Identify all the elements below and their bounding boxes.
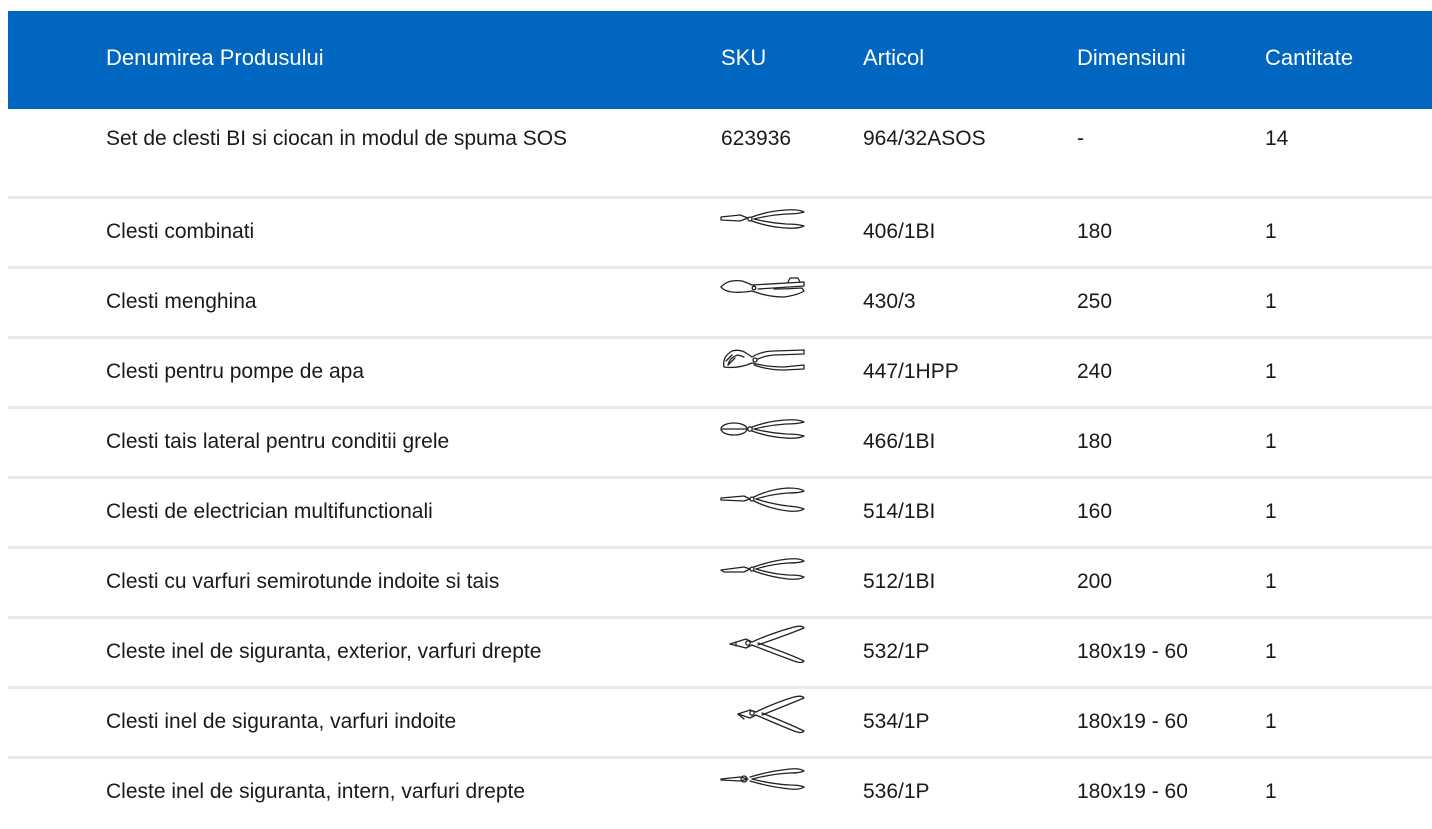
row-product-name: Set de clesti BI si ciocan in modul de s… [106,127,568,150]
table-row: Clesti inel de siguranta, varfuri indoit… [8,689,1432,759]
row-dimensions: 180x19 - 60 [1077,640,1188,663]
row-sku: 623936 [721,127,792,150]
row-product-name: Clesti inel de siguranta, varfuri indoit… [106,710,457,733]
row-product-name: Clesti de electrician multifunctionali [106,500,433,523]
row-dimensions: - [1077,127,1084,150]
row-dimensions: 180x19 - 60 [1077,710,1188,733]
table-header: Denumirea Produsului SKU Articol Dimensi… [8,11,1432,109]
header-sku: SKU [721,45,767,70]
row-article: 532/1P [863,640,930,663]
row-article: 512/1BI [863,570,936,593]
row-quantity: 1 [1265,710,1277,733]
row-product-name: Clesti cu varfuri semirotunde indoite si… [106,570,500,593]
row-product-name: Clesti tais lateral pentru conditii grel… [106,430,450,453]
circlip-pliers-external-straight-icon [729,625,805,664]
table-row: Clesti menghina 430/3 250 1 [8,269,1432,339]
row-dimensions: 200 [1077,570,1113,593]
locking-pliers-icon [720,277,805,298]
row-quantity: 1 [1265,780,1277,803]
table-row: Cleste inel de siguranta, intern, varfur… [8,759,1432,829]
row-article: 430/3 [863,290,916,313]
row-dimensions: 180 [1077,430,1113,453]
row-dimensions: 160 [1077,500,1113,523]
row-product-name: Clesti pentru pompe de apa [106,360,364,383]
row-article: 406/1BI [863,220,936,243]
header-product-name: Denumirea Produsului [106,45,324,70]
table-row: Clesti cu varfuri semirotunde indoite si… [8,549,1432,619]
row-article: 964/32ASOS [863,127,986,150]
row-product-name: Clesti combinati [106,220,255,243]
row-quantity: 1 [1265,570,1277,593]
row-quantity: 1 [1265,220,1277,243]
row-product-name: Cleste inel de siguranta, intern, varfur… [106,780,526,803]
row-dimensions: 180x19 - 60 [1077,780,1188,803]
electrician-pliers-icon [720,487,805,512]
header-dimensions: Dimensiuni [1077,45,1186,70]
row-article: 514/1BI [863,500,936,523]
side-cutter-icon [720,419,805,439]
row-quantity: 1 [1265,290,1277,313]
circlip-pliers-bent-icon [737,695,805,734]
row-quantity: 1 [1265,640,1277,663]
table-row-set: Set de clesti BI si ciocan in modul de s… [8,109,1432,199]
row-quantity: 14 [1265,127,1289,150]
table-row: Clesti de electrician multifunctionali 5… [8,479,1432,549]
table-row: Clesti tais lateral pentru conditii grel… [8,409,1432,479]
row-dimensions: 240 [1077,360,1113,383]
row-article: 536/1P [863,780,930,803]
row-dimensions: 250 [1077,290,1113,313]
row-article: 466/1BI [863,430,936,453]
row-dimensions: 180 [1077,220,1113,243]
table-row: Cleste inel de siguranta, exterior, varf… [8,619,1432,689]
row-product-name: Cleste inel de siguranta, exterior, varf… [106,640,542,663]
row-article: 447/1HPP [863,360,959,383]
row-article: 534/1P [863,710,930,733]
table-row: Clesti combinati 406/1BI 180 1 [8,199,1432,269]
row-product-name: Clesti menghina [106,290,257,313]
combination-pliers-icon [720,209,805,229]
header-article: Articol [863,45,925,70]
product-table: Denumirea Produsului SKU Articol Dimensi… [8,11,1432,829]
bent-nose-pliers-icon [720,558,805,580]
water-pump-pliers-icon [723,349,805,371]
header-quantity: Cantitate [1265,45,1354,70]
row-quantity: 1 [1265,360,1277,383]
row-quantity: 1 [1265,500,1277,523]
circlip-pliers-internal-straight-icon [720,768,805,790]
row-quantity: 1 [1265,430,1277,453]
table-row: Clesti pentru pompe de apa 447/1HPP 240 … [8,339,1432,409]
